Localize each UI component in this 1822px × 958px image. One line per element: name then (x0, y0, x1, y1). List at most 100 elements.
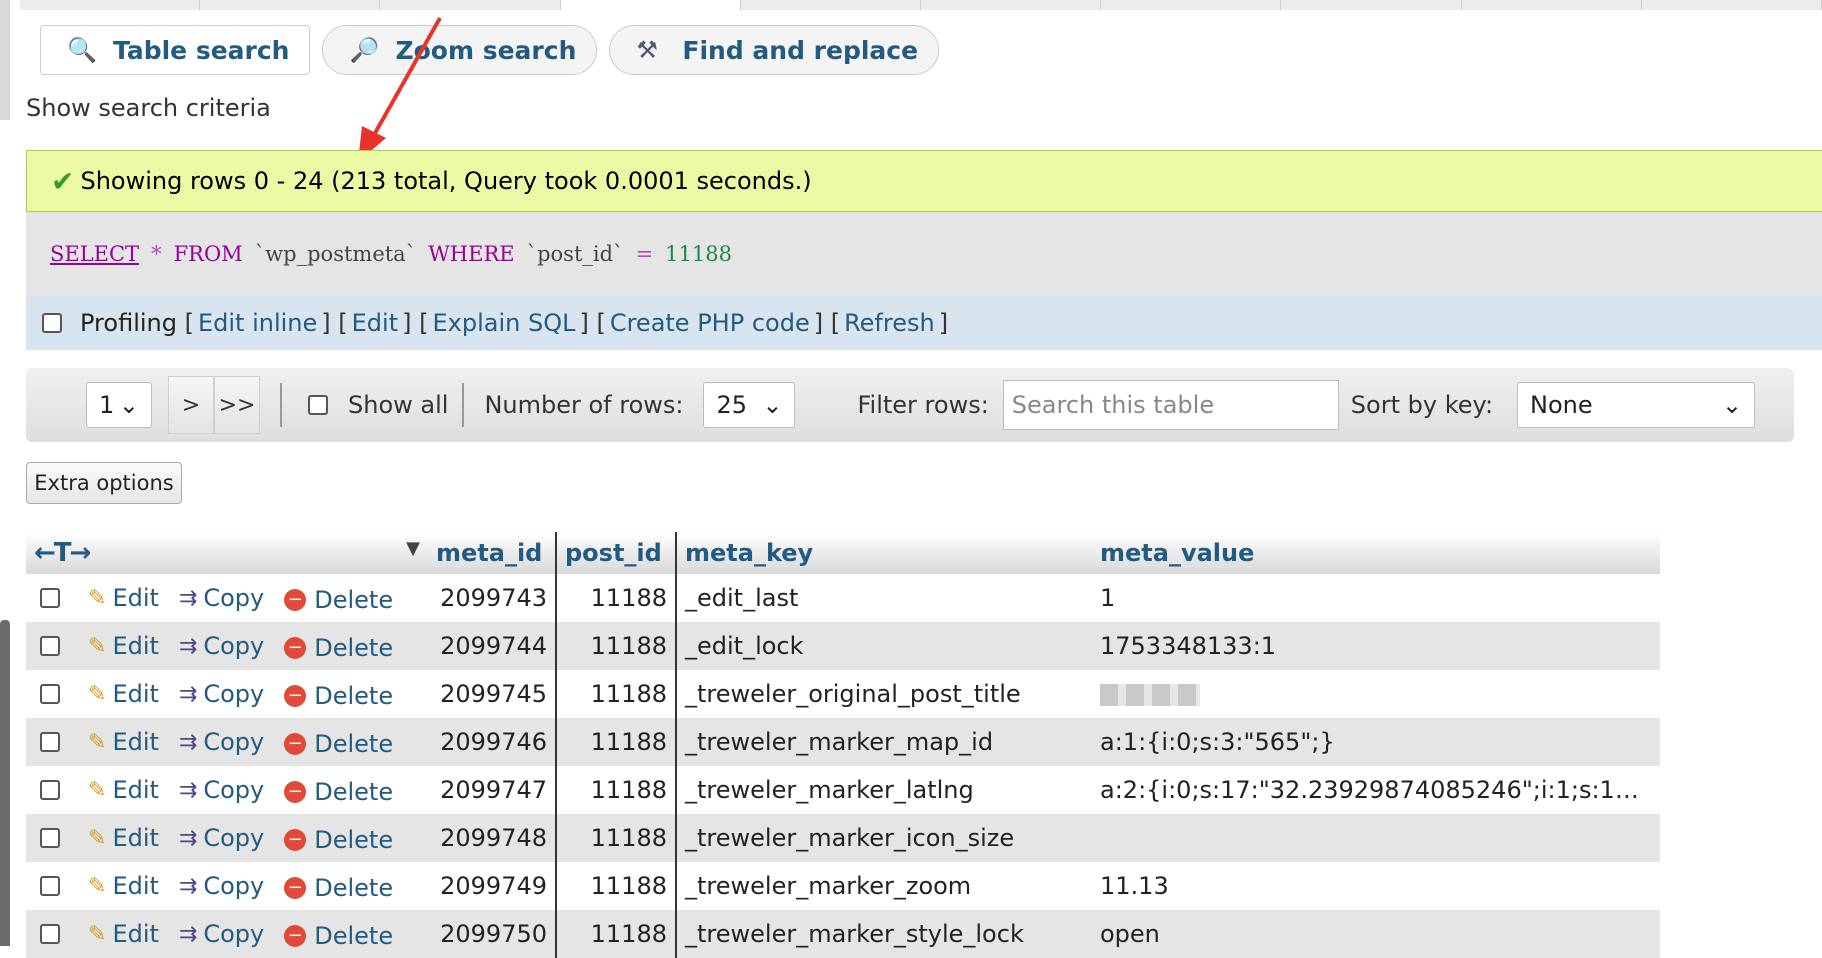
row-copy-button[interactable]: ⇉ Copy (179, 728, 264, 756)
cell-meta-id[interactable]: 2099745 (428, 670, 557, 718)
table-row[interactable]: ✎ Edit ⇉ Copy − Delete 2099750 11188 _treweler_m… (26, 910, 1660, 958)
cell-meta-key[interactable]: _treweler_original_post_title (676, 670, 1092, 718)
row-copy-button[interactable]: ⇉ Copy (179, 680, 264, 708)
column-header-meta-key[interactable]: meta_key (676, 532, 1092, 574)
table-row[interactable]: ✎ Edit ⇉ Copy − Delete 2099747 11188 _treweler_m… (26, 766, 1660, 814)
cell-meta-key[interactable]: _treweler_marker_map_id (676, 718, 1092, 766)
cell-post-id[interactable]: 11188 (556, 862, 677, 910)
find-replace-button[interactable]: ⚒ Find and replace (609, 25, 940, 75)
table-search-button[interactable]: 🔍 Table search (40, 25, 311, 75)
resize-arrows-icon[interactable]: ←T→ (34, 538, 91, 568)
cell-post-id[interactable]: 11188 (556, 766, 677, 814)
page-select[interactable]: 1 ⌄ (86, 382, 152, 428)
refresh-link[interactable]: Refresh (844, 309, 935, 337)
top-tab[interactable] (1281, 0, 1462, 10)
left-scrollbar[interactable] (0, 0, 16, 946)
top-tab[interactable] (1641, 0, 1822, 10)
row-copy-button[interactable]: ⇉ Copy (179, 824, 264, 852)
cell-meta-key[interactable]: _treweler_marker_zoom (676, 862, 1092, 910)
cell-post-id[interactable]: 11188 (556, 622, 677, 670)
cell-post-id[interactable]: 11188 (556, 670, 677, 718)
table-row[interactable]: ✎ Edit ⇉ Copy − Delete 2099745 11188 _treweler_o… (26, 670, 1660, 718)
row-checkbox[interactable] (40, 827, 60, 848)
cell-meta-value[interactable]: 1 (1092, 574, 1660, 622)
cell-meta-id[interactable]: 2099746 (428, 718, 557, 766)
row-copy-button[interactable]: ⇉ Copy (179, 632, 264, 660)
row-delete-button[interactable]: − Delete (284, 874, 393, 902)
row-edit-button[interactable]: ✎ Edit (88, 632, 159, 660)
rows-per-page-select[interactable]: 25 ⌄ (703, 382, 796, 428)
last-page-button[interactable]: >> (214, 376, 260, 434)
row-edit-button[interactable]: ✎ Edit (88, 824, 159, 852)
row-checkbox[interactable] (40, 683, 60, 704)
sql-select-keyword[interactable]: SELECT (50, 242, 139, 266)
cell-meta-id[interactable]: 2099750 (428, 910, 557, 958)
row-checkbox[interactable] (40, 923, 60, 944)
cell-meta-id[interactable]: 2099749 (428, 862, 557, 910)
cell-meta-key[interactable]: _treweler_marker_style_lock (676, 910, 1092, 958)
column-resize-header[interactable]: ←T→ ▼ (26, 532, 428, 574)
cell-meta-id[interactable]: 2099747 (428, 766, 557, 814)
row-checkbox[interactable] (40, 635, 60, 656)
show-search-criteria-link[interactable]: Show search criteria (26, 94, 271, 122)
row-copy-button[interactable]: ⇉ Copy (179, 776, 264, 804)
scrollbar-thumb[interactable] (0, 620, 10, 946)
profiling-checkbox[interactable] (42, 313, 62, 333)
cell-meta-key[interactable]: _edit_last (676, 574, 1092, 622)
row-delete-button[interactable]: − Delete (284, 730, 393, 758)
top-tab[interactable] (200, 0, 381, 10)
show-all-checkbox[interactable] (308, 395, 328, 415)
table-row[interactable]: ✎ Edit ⇉ Copy − Delete 2099749 11188 _treweler_m… (26, 862, 1660, 910)
row-edit-button[interactable]: ✎ Edit (88, 872, 159, 900)
next-page-button[interactable]: > (168, 376, 214, 434)
cell-meta-value[interactable]: 11.13 (1092, 862, 1660, 910)
cell-meta-id[interactable]: 2099743 (428, 574, 557, 622)
top-tab[interactable] (921, 0, 1102, 10)
cell-meta-value[interactable]: a:1:{i:0;s:3:"565";} (1092, 718, 1660, 766)
edit-inline-link[interactable]: Edit inline (198, 309, 317, 337)
top-tab[interactable] (1101, 0, 1282, 10)
table-row[interactable]: ✎ Edit ⇉ Copy − Delete 2099746 11188 _treweler_m… (26, 718, 1660, 766)
cell-meta-value[interactable]: 1753348133:1 (1092, 622, 1660, 670)
column-header-post-id[interactable]: post_id (556, 532, 677, 574)
cell-meta-value[interactable] (1092, 814, 1660, 862)
cell-post-id[interactable]: 11188 (556, 718, 677, 766)
row-delete-button[interactable]: − Delete (284, 682, 393, 710)
filter-rows-input[interactable]: Search this table (1002, 380, 1339, 430)
sort-by-key-select[interactable]: None ⌄ (1517, 382, 1756, 428)
row-edit-button[interactable]: ✎ Edit (88, 920, 159, 948)
row-delete-button[interactable]: − Delete (284, 922, 393, 950)
row-copy-button[interactable]: ⇉ Copy (179, 920, 264, 948)
row-delete-button[interactable]: − Delete (284, 634, 393, 662)
row-edit-button[interactable]: ✎ Edit (88, 728, 159, 756)
row-checkbox[interactable] (40, 731, 60, 752)
row-copy-button[interactable]: ⇉ Copy (179, 872, 264, 900)
cell-meta-value[interactable] (1092, 670, 1660, 718)
cell-post-id[interactable]: 11188 (556, 574, 677, 622)
cell-meta-id[interactable]: 2099748 (428, 814, 557, 862)
row-delete-button[interactable]: − Delete (284, 826, 393, 854)
row-checkbox[interactable] (40, 587, 60, 608)
row-copy-button[interactable]: ⇉ Copy (179, 584, 264, 612)
cell-meta-id[interactable]: 2099744 (428, 622, 557, 670)
cell-meta-key[interactable]: _treweler_marker_icon_size (676, 814, 1092, 862)
table-row[interactable]: ✎ Edit ⇉ Copy − Delete 2099748 11188 _treweler_m… (26, 814, 1660, 862)
row-delete-button[interactable]: − Delete (284, 778, 393, 806)
row-edit-button[interactable]: ✎ Edit (88, 584, 159, 612)
row-checkbox[interactable] (40, 779, 60, 800)
row-checkbox[interactable] (40, 875, 60, 896)
row-edit-button[interactable]: ✎ Edit (88, 680, 159, 708)
extra-options-button[interactable]: Extra options (26, 462, 182, 504)
column-header-meta-id[interactable]: meta_id (428, 532, 557, 574)
row-delete-button[interactable]: − Delete (284, 586, 393, 614)
create-php-code-link[interactable]: Create PHP code (610, 309, 810, 337)
top-tab[interactable] (380, 0, 561, 10)
column-header-meta-value[interactable]: meta_value (1092, 532, 1660, 574)
cell-meta-value[interactable]: open (1092, 910, 1660, 958)
explain-sql-link[interactable]: Explain SQL (432, 309, 575, 337)
top-tab[interactable] (20, 0, 201, 10)
cell-post-id[interactable]: 11188 (556, 910, 677, 958)
table-row[interactable]: ✎ Edit ⇉ Copy − Delete 2099744 11188 _edit_lock 1… (26, 622, 1660, 670)
cell-post-id[interactable]: 11188 (556, 814, 677, 862)
sort-dropdown-icon[interactable]: ▼ (406, 538, 420, 559)
